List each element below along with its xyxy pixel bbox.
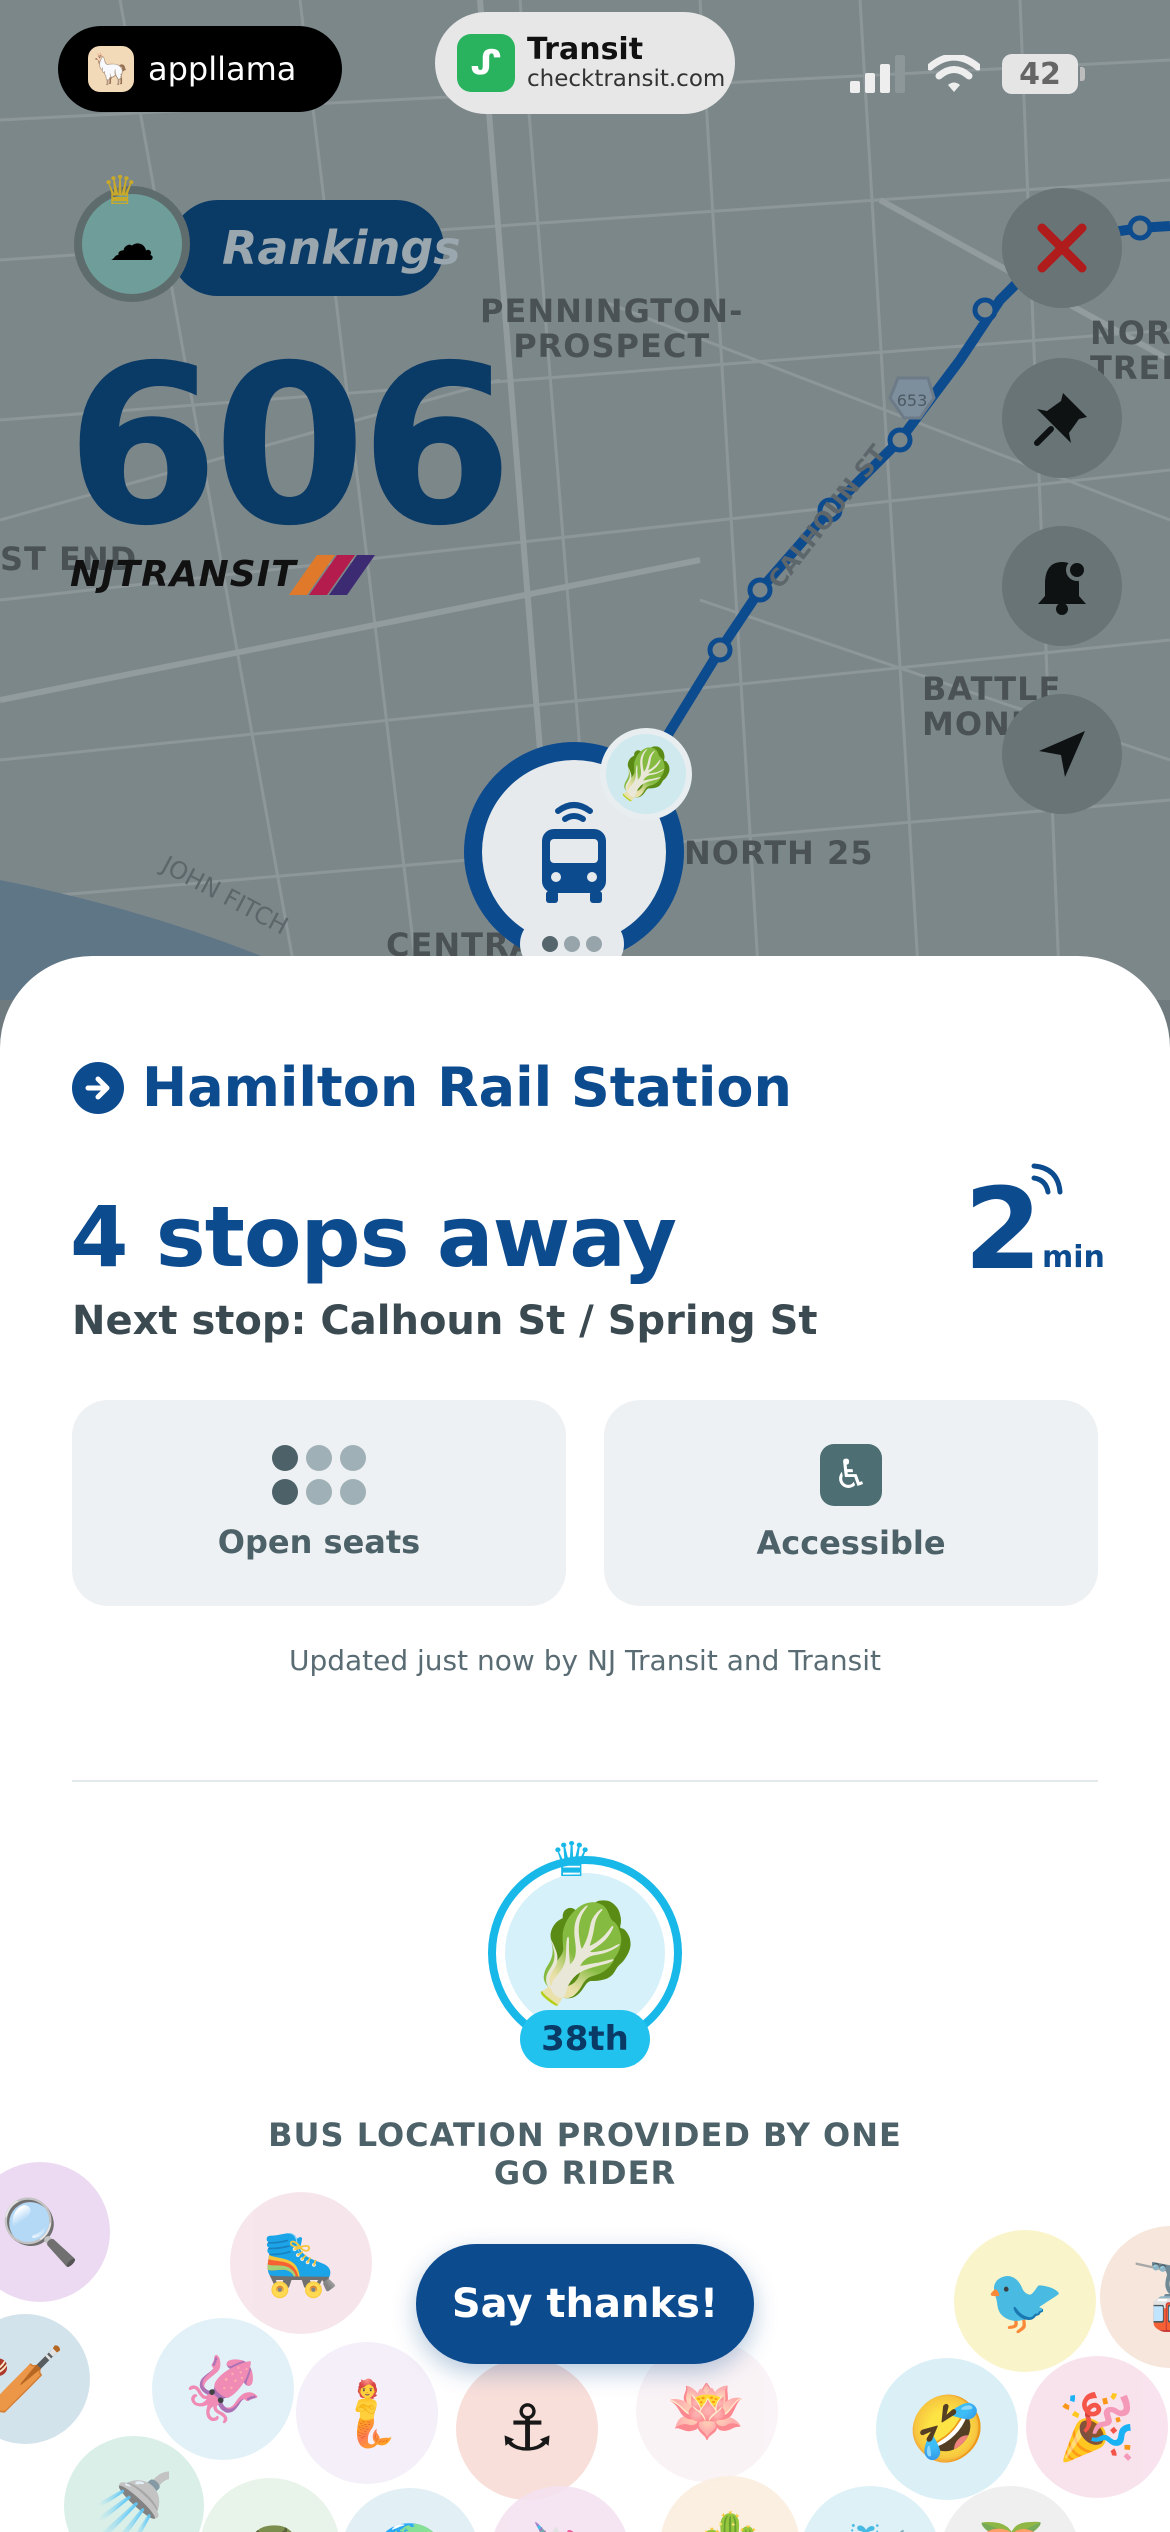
transit-pill-title: Transit bbox=[527, 32, 644, 67]
cloud-icon: ☁ bbox=[109, 217, 155, 271]
map-label-pennington: PENNINGTON- PROSPECT bbox=[480, 292, 744, 366]
map-view[interactable]: 653 CALHOUN ST JOHN FITCH PENNINGTON- PRO… bbox=[0, 0, 1170, 1000]
party-popper-avatar-icon: 🎉 bbox=[1026, 2356, 1168, 2498]
app-source-name: appllama bbox=[148, 50, 297, 88]
wifi-icon bbox=[928, 55, 980, 92]
updated-text: Updated just now by NJ Transit and Trans… bbox=[288, 1644, 882, 1677]
accessible-label: Accessible bbox=[756, 1524, 946, 1562]
lettuce-icon: 🥬 bbox=[505, 1873, 665, 2033]
navigation-arrow-icon bbox=[1039, 731, 1085, 777]
current-location-button[interactable] bbox=[1002, 694, 1122, 814]
destination-title: Hamilton Rail Station bbox=[142, 1056, 792, 1119]
map-label-north-25: NORTH 25 bbox=[684, 834, 874, 872]
pin-icon bbox=[1034, 393, 1087, 446]
eta-display: 2 min bbox=[960, 1156, 1120, 1306]
provided-by-text: BUS LOCATION PROVIDED BY ONE GO RIDER bbox=[268, 2116, 902, 2193]
avatar-partial-4: 🌵 bbox=[660, 2476, 800, 2532]
bus-live-icon bbox=[542, 802, 606, 903]
bell-icon bbox=[1038, 559, 1088, 615]
bat-avatar-icon: 🏏 bbox=[0, 2314, 90, 2444]
agency-stripes bbox=[288, 554, 375, 595]
agency-logo: NJ TRANSIT bbox=[70, 554, 375, 595]
stops-away: 4 stops away bbox=[70, 1188, 677, 1286]
trip-detail-sheet[interactable]: Hamilton Rail Station 4 stops away 2 min… bbox=[0, 956, 1170, 2532]
close-button[interactable] bbox=[1002, 188, 1122, 308]
rider-rank-badge: 38th bbox=[520, 2010, 650, 2068]
transit-source-pill[interactable]: ᔑ Transit checktransit.com bbox=[435, 12, 735, 114]
destination-row[interactable]: Hamilton Rail Station bbox=[72, 1056, 792, 1119]
avatar-partial-1: 🐢 bbox=[200, 2478, 340, 2532]
battery-indicator: 42 bbox=[1002, 54, 1085, 94]
open-seats-label: Open seats bbox=[217, 1523, 421, 1561]
rankings-label: Rankings bbox=[222, 221, 461, 275]
cable-car-avatar-icon: 🚡 bbox=[1100, 2226, 1170, 2368]
bird-avatar-icon: 🐦 bbox=[954, 2230, 1096, 2372]
rankings-button[interactable]: Rankings bbox=[170, 200, 461, 296]
shower-avatar-icon: 🚿 bbox=[64, 2436, 204, 2532]
mermaid-avatar-icon: 🧜 bbox=[296, 2342, 438, 2484]
app-source-pill[interactable]: 🦙 appllama bbox=[58, 26, 342, 112]
anchor-avatar-icon: ⚓ bbox=[456, 2358, 598, 2500]
route-shield-label: 653 bbox=[897, 391, 928, 410]
arrow-right-circle-icon bbox=[72, 1061, 124, 1114]
wheelchair-icon: ♿ bbox=[820, 1444, 882, 1506]
close-icon bbox=[1037, 223, 1087, 273]
rider-crown-icon: ♛ bbox=[550, 1832, 594, 1888]
agency-prefix: NJ bbox=[70, 554, 116, 595]
divider bbox=[72, 1780, 1098, 1782]
magnifier-avatar-icon: 🔍 bbox=[0, 2162, 110, 2302]
realtime-signal-icon bbox=[1031, 1163, 1063, 1195]
next-stop: Next stop: Calhoun St / Spring St bbox=[72, 1298, 818, 1344]
accessible-card[interactable]: ♿ Accessible bbox=[604, 1400, 1098, 1606]
pin-button[interactable] bbox=[1002, 358, 1122, 478]
alert-button[interactable] bbox=[1002, 526, 1122, 646]
route-number: 606 bbox=[66, 318, 513, 574]
squid-avatar-icon: 🦑 bbox=[152, 2318, 294, 2460]
avatar-partial-2: 🌍 bbox=[340, 2488, 480, 2532]
roller-skate-avatar-icon: 🛼 bbox=[230, 2192, 372, 2334]
laughing-emoji-avatar-icon: 🤣 bbox=[876, 2358, 1018, 2500]
say-thanks-button[interactable]: Say thanks! bbox=[416, 2244, 754, 2364]
eta-unit: min bbox=[1042, 1240, 1105, 1275]
transit-logo-icon: ᔑ bbox=[457, 34, 515, 92]
lettuce-avatar-icon: 🥬 bbox=[600, 728, 692, 820]
seats-icon bbox=[272, 1445, 366, 1505]
llama-logo-icon: 🦙 bbox=[88, 46, 134, 92]
open-seats-card[interactable]: Open seats bbox=[72, 1400, 566, 1606]
cellular-signal-icon bbox=[850, 55, 905, 93]
agency-name: TRANSIT bbox=[115, 554, 297, 595]
crown-icon: ♛ bbox=[102, 168, 138, 214]
street-label-calhoun: CALHOUN ST bbox=[763, 439, 892, 593]
transit-pill-subtitle: checktransit.com bbox=[527, 66, 726, 92]
status-indicators: 42 bbox=[850, 52, 1085, 96]
